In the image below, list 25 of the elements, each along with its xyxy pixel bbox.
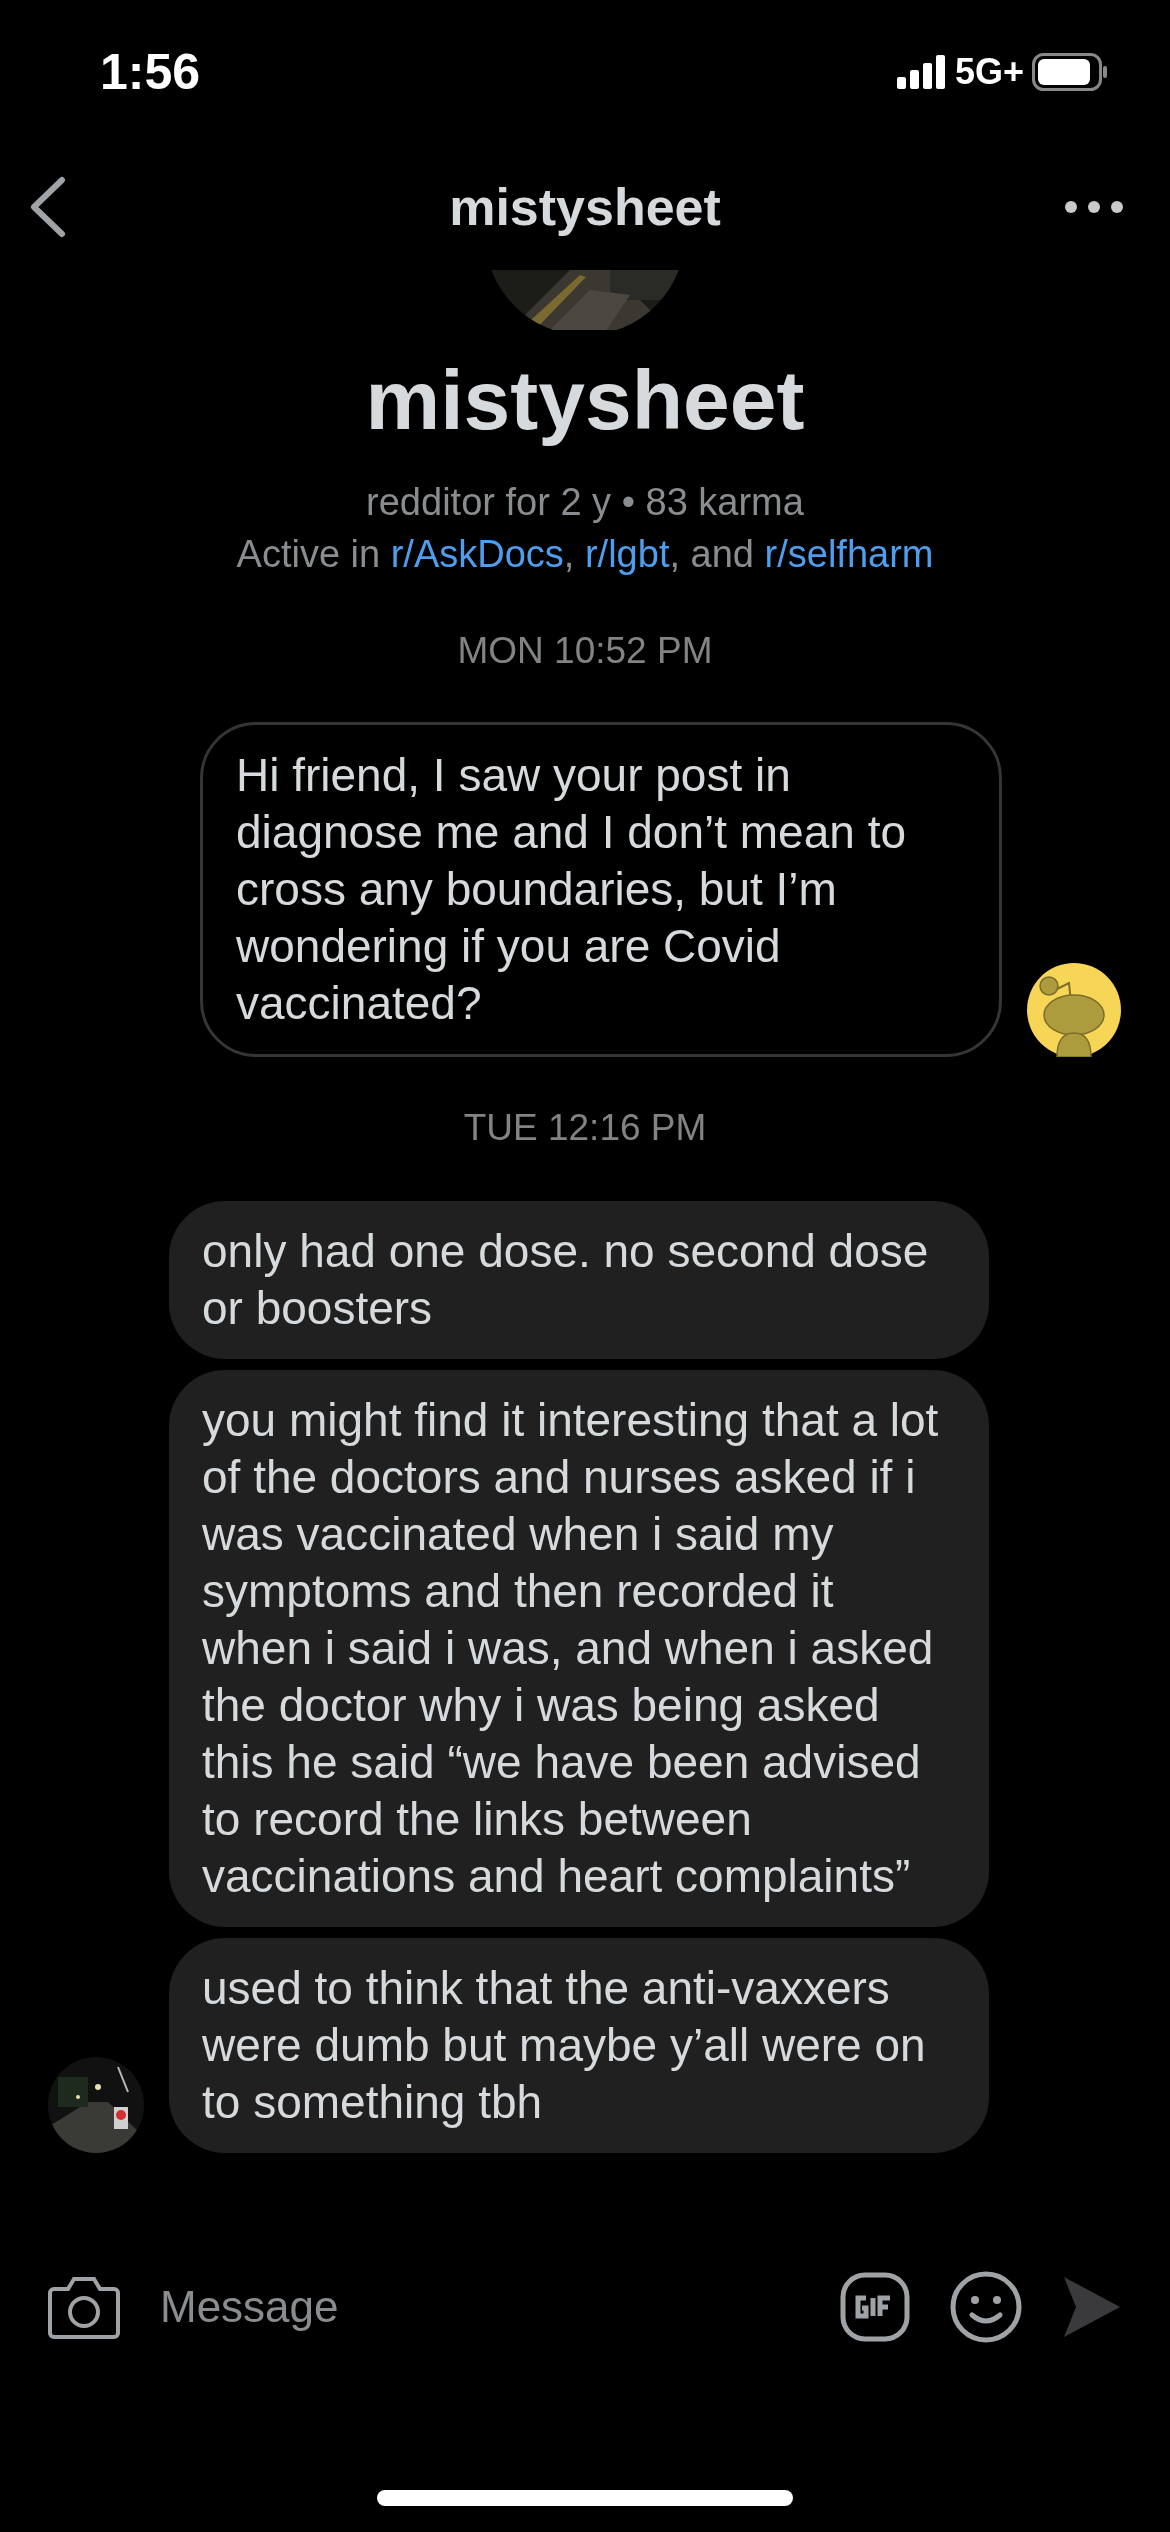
profile-name: mistysheet	[364, 352, 806, 449]
message-field[interactable]: Message	[160, 2274, 800, 2340]
timestamp: TUE 12:16 PM	[463, 1106, 707, 1150]
emoji-icon[interactable]	[950, 2271, 1022, 2343]
received-message: only had one dose. no second dose or boosters	[169, 1201, 989, 1359]
active-in-label: and	[690, 532, 755, 577]
battery-icon	[1032, 53, 1108, 91]
timestamp: MON 10:52 PM	[457, 629, 713, 673]
signal-icon	[896, 55, 947, 89]
header-title: mistysheet	[449, 177, 721, 238]
status-time: 1:56	[100, 42, 201, 102]
community-link[interactable]: r/lgbt,	[584, 528, 691, 580]
received-message: used to think that the anti-vaxxers were dumb but maybe y’all were on to something tbh	[169, 1938, 989, 2153]
active-in-label: Active in	[236, 532, 382, 577]
community-link[interactable]: r/selfharm	[764, 528, 934, 580]
camera-icon[interactable]	[48, 2275, 120, 2339]
network-label: 5G+	[954, 50, 1024, 94]
back-icon[interactable]	[28, 176, 68, 238]
community-link[interactable]: r/AskDocs,	[390, 528, 585, 580]
more-icon[interactable]	[1064, 200, 1124, 214]
gif-icon[interactable]	[840, 2272, 910, 2342]
profile-stats: redditor for 2 y • 83 karma	[366, 480, 804, 525]
avatar-icon[interactable]	[1027, 963, 1121, 1057]
sent-message: Hi friend, I saw your post in diagnose me and I don’t mean to cross any boundaries, but I’m wondering if you are Covid vaccinated?	[200, 722, 1002, 1057]
received-message: you might find it interesting that a lot of the doctors and nurses asked if i was vaccinated when i said my symptoms and then recorded it when i said i was, and when i asked the doctor why i was being asked this he said “we have been advised to record the links between vaccinations and heart complaints”	[169, 1370, 989, 1927]
